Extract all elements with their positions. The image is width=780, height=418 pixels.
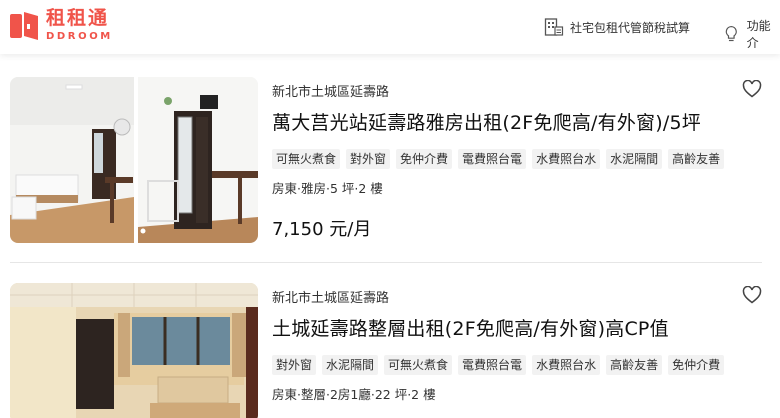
favorite-heart-icon[interactable] [742,286,762,304]
listing-tags: 可無火煮食 對外窗 免仲介費 電費照台電 水費照台水 水泥隔間 高齡友善 [272,149,730,169]
listing-photo[interactable] [10,77,258,243]
tag: 電費照台電 [458,355,527,375]
listing-title[interactable]: 土城延壽路整層出租(2F免爬高/有外窗)高CP值 [272,314,669,341]
tag: 水費照台水 [532,355,601,375]
tag: 水泥隔間 [606,149,663,169]
logo-mark-icon [10,11,38,40]
favorite-heart-icon[interactable] [742,80,762,98]
listing-divider [10,262,762,263]
room-photo-icon [10,77,258,243]
tag: 水費照台水 [532,149,601,169]
tag: 水泥隔間 [322,355,379,375]
listing-address: 新北市土城區延壽路 [272,85,390,100]
nav-features[interactable]: 功能介 [722,17,780,51]
nav-label: 功能介 [746,19,771,50]
tag: 可無火煮食 [384,355,453,375]
tag: 免仲介費 [396,149,453,169]
listing-meta: 房東·雅房·5 坪·2 樓 [272,181,383,196]
tag: 高齡友善 [668,149,725,169]
listing-title[interactable]: 萬大莒光站延壽路雅房出租(2F免爬高/有外窗)/5坪 [272,108,701,135]
listing-price: 7,150 元/月 [272,219,372,240]
tag: 電費照台電 [458,149,527,169]
tag: 可無火煮食 [272,149,341,169]
nav-label: 社宅包租代管節稅試算 [570,20,691,35]
room-photo-icon [10,283,258,418]
logo-subname: DDROOM [46,31,113,42]
tag: 對外窗 [272,355,317,375]
tag: 免仲介費 [668,355,725,375]
listing-tags: 對外窗 水泥隔間 可無火煮食 電費照台電 水費照台水 高齡友善 免仲介費 [272,355,730,375]
listing-card[interactable]: 新北市土城區延壽路 萬大莒光站延壽路雅房出租(2F免爬高/有外窗)/5坪 可無火… [10,77,762,247]
tag: 對外窗 [346,149,391,169]
listing-address: 新北市土城區延壽路 [272,291,390,306]
tag: 高齡友善 [606,355,663,375]
nav-tax-calculator[interactable]: 社宅包租代管節稅試算 [544,17,690,37]
listing-photo[interactable] [10,283,258,418]
listing-card[interactable]: 新北市土城區延壽路 土城延壽路整層出租(2F免爬高/有外窗)高CP值 對外窗 水… [10,283,762,418]
logo-name: 租租通 [46,7,110,29]
building-calculator-icon [544,18,564,36]
listing-meta: 房東·整層·2房1廳·22 坪·2 樓 [272,387,436,402]
site-logo[interactable]: 租租通 DDROOM [10,9,113,42]
top-header: 租租通 DDROOM 社宅包租代管節稅試算 功能介 [0,0,780,54]
lightbulb-icon [725,25,737,42]
